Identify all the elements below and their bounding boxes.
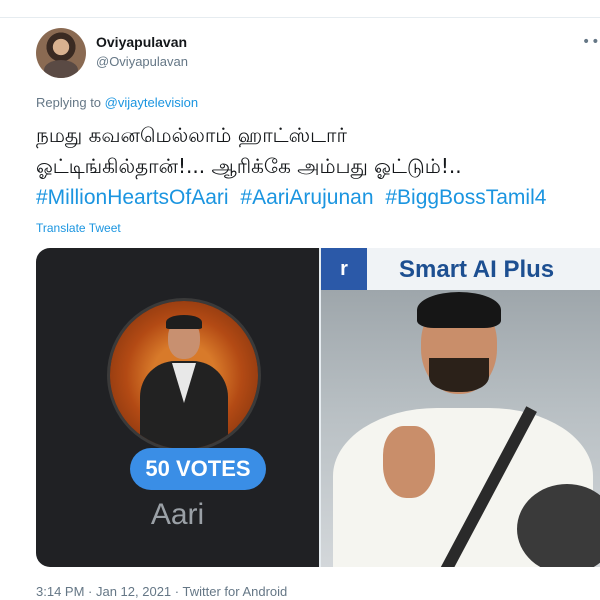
media-image-votes[interactable]: 50 VOTES Aari: [36, 248, 319, 567]
hashtag-link[interactable]: #MillionHeartsOfAari: [36, 186, 229, 209]
banner-logo: r: [321, 248, 367, 290]
media-grid: 50 VOTES Aari r Smart AI Plus: [36, 248, 600, 567]
sponsor-banner: r Smart AI Plus: [321, 248, 600, 290]
replying-to-link[interactable]: @vijaytelevision: [105, 95, 198, 110]
tweet-meta: 3:14 PM · Jan 12, 2021 · Twitter for And…: [36, 584, 288, 599]
replying-prefix: Replying to: [36, 95, 105, 110]
user-handle[interactable]: @Oviyapulavan: [96, 54, 188, 69]
hashtag-list: #MillionHeartsOfAari #AariArujunan #Bigg…: [36, 182, 596, 213]
tweet-text: நமது கவனமெல்லாம் ஹாட்ஸ்டார் ஓட்டிங்கில்த…: [36, 120, 596, 213]
replying-to: Replying to @vijaytelevision: [36, 95, 198, 110]
media-image-person[interactable]: r Smart AI Plus: [321, 248, 600, 567]
avatar[interactable]: [36, 28, 86, 78]
tweet-source[interactable]: Twitter for Android: [183, 584, 288, 599]
tweet-time[interactable]: 3:14 PM: [36, 584, 84, 599]
top-divider: [0, 17, 600, 18]
candidate-name: Aari: [150, 498, 205, 531]
tweet-text-line-2: ஓட்டிங்கில்தான்!... ஆரிக்கே அம்பது ஓட்டு…: [36, 154, 462, 178]
votes-badge: 50 VOTES: [130, 448, 266, 490]
more-dots-icon[interactable]: •••: [582, 34, 600, 50]
candidate-photo: [110, 301, 258, 449]
tweet-date[interactable]: Jan 12, 2021: [96, 584, 171, 599]
display-name[interactable]: Oviyapulavan: [96, 34, 187, 50]
hashtag-link[interactable]: #BiggBossTamil4: [385, 186, 546, 209]
translate-tweet-link[interactable]: Translate Tweet: [36, 221, 121, 235]
banner-text: Smart AI Plus: [399, 256, 555, 283]
hashtag-link[interactable]: #AariArujunan: [240, 186, 373, 209]
tweet-text-line-1: நமது கவனமெல்லாம் ஹாட்ஸ்டார்: [36, 123, 347, 147]
